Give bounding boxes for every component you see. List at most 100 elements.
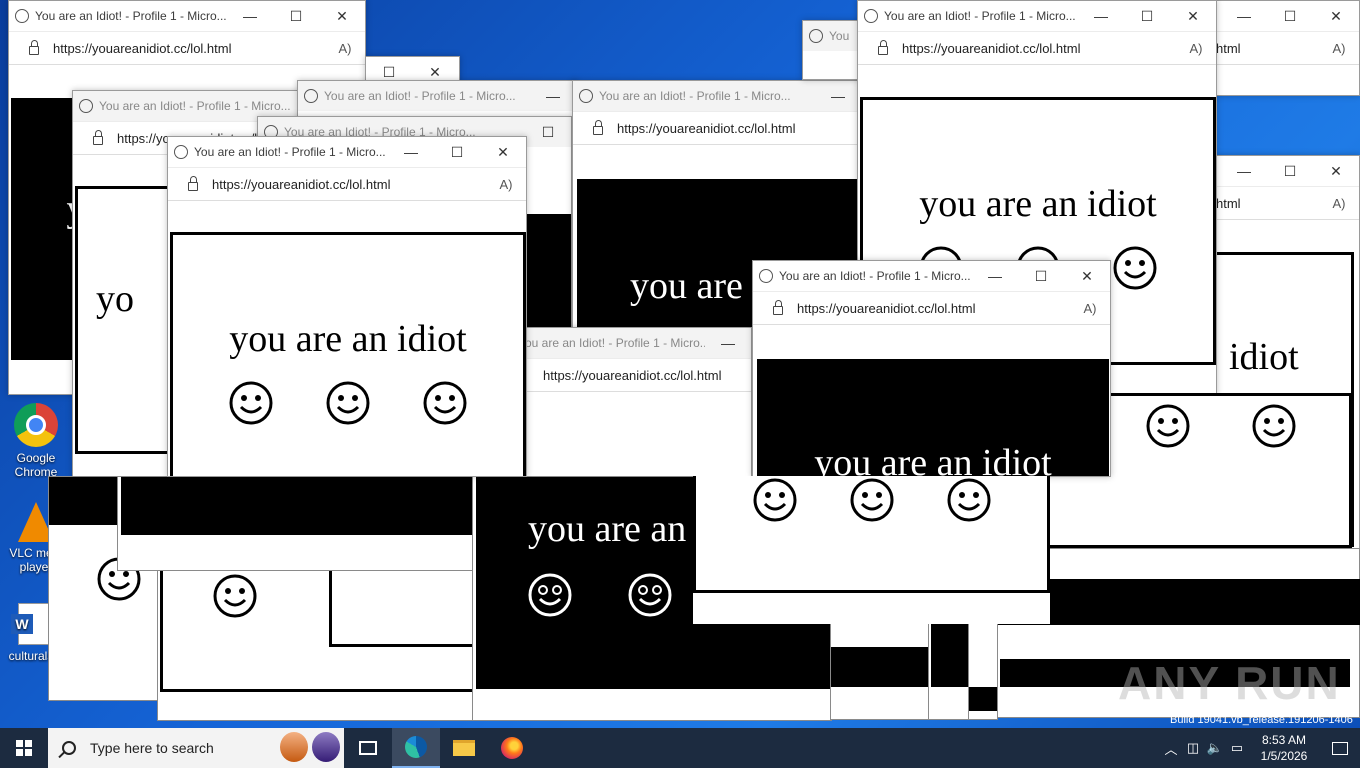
- close-button[interactable]: ✕: [1313, 8, 1359, 25]
- read-aloud-icon[interactable]: A): [1070, 301, 1110, 316]
- edge-icon: [405, 736, 427, 758]
- page-stage: you are an idiot: [757, 359, 1109, 476]
- page-stage-black: [121, 477, 473, 535]
- maximize-button[interactable]: ☐: [434, 144, 480, 161]
- address-bar[interactable]: https://youareanidiot.cc/lol.html A): [858, 31, 1216, 65]
- minimize-button[interactable]: —: [705, 335, 751, 351]
- address-bar[interactable]: html A): [1206, 186, 1359, 220]
- chrome-icon: [14, 403, 58, 447]
- desktop-icon-chrome[interactable]: Google Chrome: [0, 403, 72, 479]
- read-aloud-icon[interactable]: A): [486, 177, 526, 192]
- maximize-button[interactable]: ☐: [1267, 8, 1313, 25]
- minimize-button[interactable]: —: [530, 88, 576, 104]
- minimize-button[interactable]: —: [1078, 8, 1124, 24]
- maximize-button[interactable]: ☐: [1267, 163, 1313, 180]
- maximize-button[interactable]: ☐: [1124, 8, 1170, 25]
- url-text[interactable]: html: [1206, 196, 1319, 211]
- smiley-icon: [947, 478, 990, 522]
- task-view-button[interactable]: [344, 728, 392, 768]
- lock-icon: [93, 129, 103, 145]
- window-title: You are an Idiot! - Profile 1 - Micro...: [599, 89, 791, 103]
- minimize-button[interactable]: —: [227, 8, 273, 24]
- window-titlebar[interactable]: ou are an Idiot! - Profile 1 - Micro... …: [523, 328, 751, 358]
- window-titlebar[interactable]: You: [803, 21, 861, 51]
- notification-icon: [1332, 741, 1348, 755]
- address-bar[interactable]: https://youareanidiot.cc/lol.html A): [9, 31, 365, 65]
- smiley-icon: [528, 573, 572, 617]
- address-bar[interactable]: html A): [1206, 31, 1359, 65]
- window-titlebar[interactable]: You are an Idiot! - Profile 1 - Micro...…: [168, 137, 526, 167]
- url-text[interactable]: html: [1206, 41, 1319, 56]
- url-text[interactable]: https://youareanidiot.cc/lol.html: [617, 121, 861, 136]
- read-aloud-icon[interactable]: A): [1176, 41, 1216, 56]
- minimize-button[interactable]: —: [972, 268, 1018, 284]
- network-icon[interactable]: ▭: [1226, 740, 1248, 756]
- clock-date: 1/5/2026: [1260, 749, 1308, 763]
- window-title: You are an Idiot! - Profile 1 - Micro...: [884, 9, 1076, 23]
- minimize-button[interactable]: —: [1221, 8, 1267, 24]
- minimize-button[interactable]: —: [1221, 163, 1267, 179]
- window-titlebar[interactable]: — ☐ ✕: [1206, 156, 1359, 186]
- volume-icon[interactable]: 🔈: [1204, 740, 1226, 756]
- notification-button[interactable]: [1320, 728, 1360, 768]
- window-titlebar[interactable]: You are an Idiot! - Profile 1 - Micro...…: [858, 1, 1216, 31]
- browser-window[interactable]: ou are an Idiot! - Profile 1 - Micro... …: [522, 327, 752, 477]
- close-button[interactable]: ✕: [1313, 163, 1359, 180]
- minimize-button[interactable]: —: [388, 144, 434, 160]
- window-titlebar[interactable]: — ☐ ✕: [1206, 1, 1359, 31]
- window-title: You are an Idiot! - Profile 1 - Micro...: [35, 9, 227, 23]
- url-text[interactable]: https://youareanidiot.cc/lol.html: [902, 41, 1176, 56]
- smiley-tab-icon: [174, 145, 188, 159]
- maximize-button[interactable]: ☐: [273, 8, 319, 25]
- window-titlebar[interactable]: You are an Idiot! - Profile 1 - Micro...…: [753, 261, 1110, 291]
- smiley-icon: [326, 381, 370, 425]
- window-titlebar[interactable]: You are an Idiot! - Profile 1 - Micro...…: [298, 81, 576, 111]
- window-titlebar[interactable]: You are an Idiot! - Profile 1 - Micro...…: [573, 81, 861, 111]
- address-bar[interactable]: https://youareanidiot.cc/lol.html A): [168, 167, 526, 201]
- address-bar[interactable]: https://youareanidiot.cc/lol.html: [523, 358, 751, 392]
- window-titlebar[interactable]: You are an Idiot! - Profile 1 - Micro...…: [9, 1, 365, 31]
- taskbar: Type here to search ︿ ◫ 🔈 ▭ 8:53 AM 1/5/…: [0, 728, 1360, 768]
- read-aloud-icon[interactable]: A): [1319, 41, 1359, 56]
- lock-icon: [773, 299, 783, 315]
- page-message: you are an idiot: [919, 183, 1157, 225]
- close-button[interactable]: ✕: [412, 64, 458, 81]
- read-aloud-icon[interactable]: A): [1319, 196, 1359, 211]
- maximize-button[interactable]: ☐: [1018, 268, 1064, 285]
- browser-window[interactable]: — ☐ ✕ html A): [1205, 0, 1360, 96]
- browser-window[interactable]: You: [802, 20, 862, 80]
- taskbar-firefox-button[interactable]: [488, 728, 536, 768]
- maximize-button[interactable]: ☐: [366, 64, 412, 81]
- smiley-tab-icon: [79, 99, 93, 113]
- smiley-icon: [423, 381, 467, 425]
- browser-window[interactable]: You are an Idiot! - Profile 1 - Micro...…: [167, 136, 527, 477]
- close-button[interactable]: ✕: [319, 8, 365, 25]
- taskbar-file-explorer-button[interactable]: [440, 728, 488, 768]
- url-text[interactable]: https://youareanidiot.cc/lol.html: [212, 177, 486, 192]
- close-button[interactable]: ✕: [1064, 268, 1110, 285]
- url-text[interactable]: https://youareanidiot.cc/lol.html: [53, 41, 325, 56]
- minimize-button[interactable]: —: [815, 88, 861, 104]
- desktop: Google Chrome VLC me... player culturals…: [0, 0, 1360, 728]
- smiley-tab-icon: [864, 9, 878, 23]
- meet-now-icon[interactable]: ◫: [1182, 740, 1204, 756]
- start-button[interactable]: [0, 728, 48, 768]
- maximize-button[interactable]: ☐: [525, 124, 571, 141]
- page-stage-black: [996, 579, 1360, 625]
- close-button[interactable]: ✕: [1170, 8, 1216, 25]
- close-button[interactable]: ✕: [480, 144, 526, 161]
- url-text[interactable]: https://youareanidiot.cc/lol.html: [523, 368, 751, 383]
- url-text[interactable]: https://youareanidiot.cc/lol.html: [797, 301, 1070, 316]
- clock[interactable]: 8:53 AM 1/5/2026: [1248, 732, 1320, 764]
- taskbar-edge-button[interactable]: [392, 728, 440, 768]
- browser-window[interactable]: You are an Idiot! - Profile 1 - Micro...…: [752, 260, 1111, 477]
- read-aloud-icon[interactable]: A): [325, 41, 365, 56]
- chevron-up-icon[interactable]: ︿: [1160, 739, 1182, 758]
- page-fragment: [830, 620, 930, 720]
- taskbar-search-box[interactable]: Type here to search: [48, 728, 344, 768]
- page-fragment: [693, 476, 1050, 624]
- page-message: you are an idiot: [229, 318, 467, 360]
- address-bar[interactable]: https://youareanidiot.cc/lol.html A): [753, 291, 1110, 325]
- address-bar[interactable]: https://youareanidiot.cc/lol.html: [573, 111, 861, 145]
- page-fragment: [928, 620, 970, 720]
